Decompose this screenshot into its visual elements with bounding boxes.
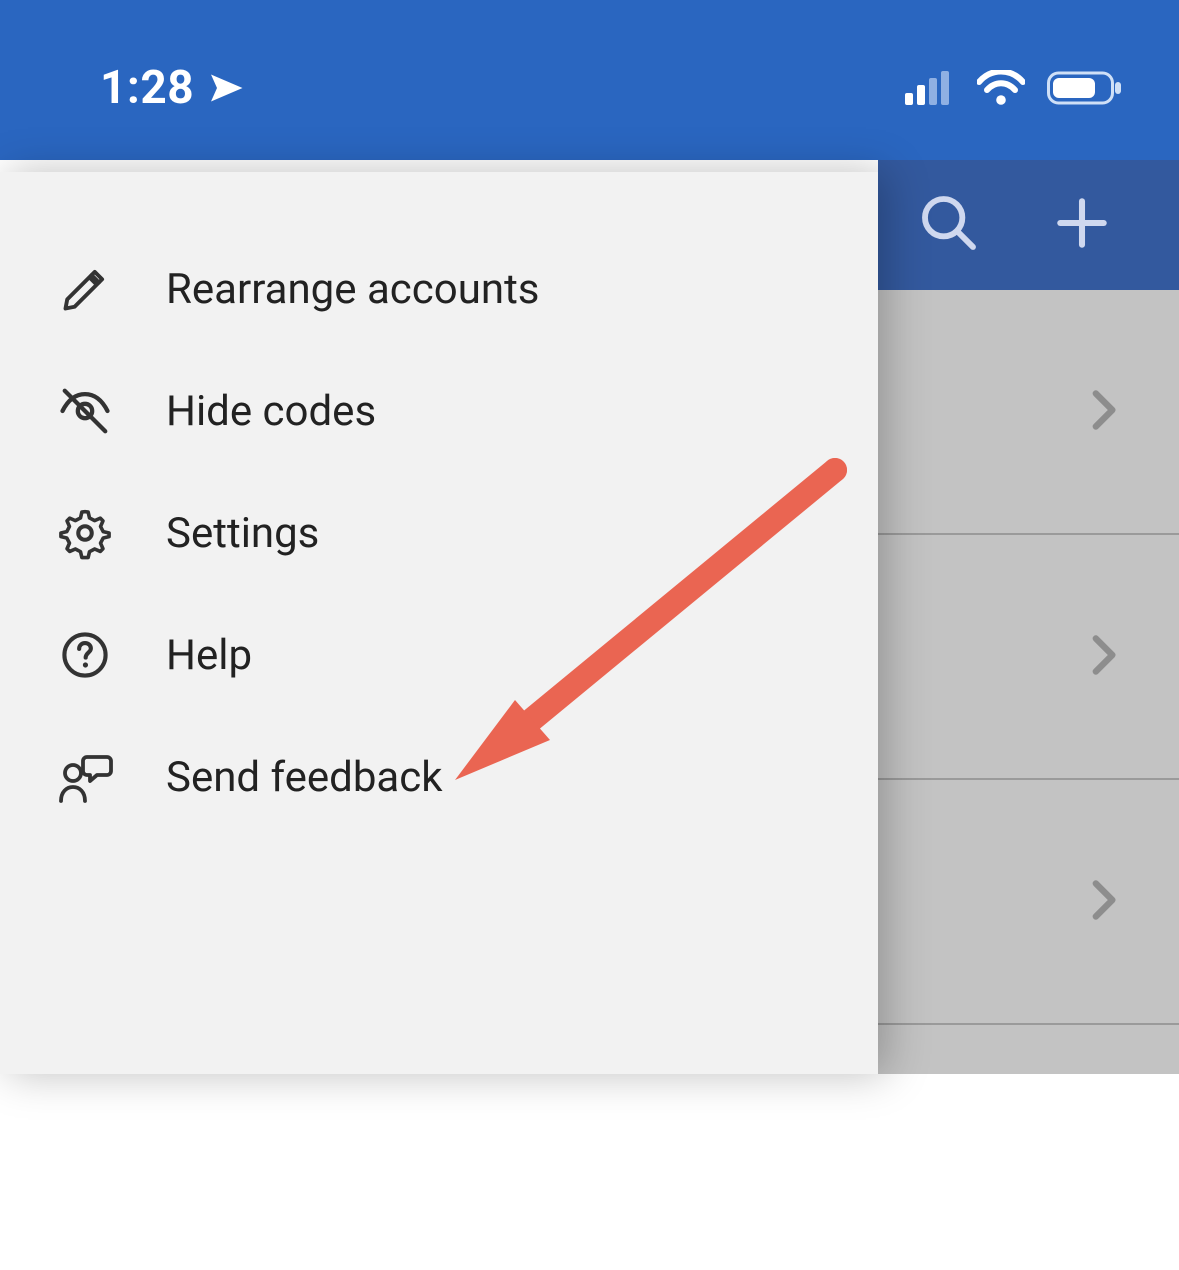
menu-item-send-feedback[interactable]: Send feedback [0,716,878,838]
status-left: 1:28 [100,61,244,115]
menu-item-label: Send feedback [166,753,443,802]
list-item[interactable] [878,1025,1179,1270]
battery-icon [1047,70,1123,106]
status-bar: 1:28 [0,0,1179,160]
eye-off-icon [56,382,114,440]
list-item[interactable] [878,290,1179,535]
chevron-right-icon [1089,878,1121,926]
chevron-right-icon [1089,388,1121,436]
menu-item-settings[interactable]: Settings [0,472,878,594]
menu-item-hide-codes[interactable]: Hide codes [0,350,878,472]
wifi-icon [977,70,1025,106]
menu-item-rearrange-accounts[interactable]: Rearrange accounts [0,228,878,350]
list-item[interactable] [878,535,1179,780]
account-list [878,290,1179,1074]
menu-item-label: Help [166,631,252,680]
side-menu: Rearrange accounts Hide codes Settings [0,172,878,1074]
menu-item-label: Settings [166,509,319,558]
status-right [905,70,1123,106]
add-icon[interactable] [1053,194,1111,256]
main-header [878,160,1179,290]
list-item[interactable] [878,780,1179,1025]
cellular-signal-icon [905,71,955,105]
gear-icon [56,504,114,562]
menu-item-help[interactable]: Help [0,594,878,716]
menu-item-label: Rearrange accounts [166,265,540,314]
status-time: 1:28 [100,61,194,115]
pencil-icon [56,260,114,318]
status-bar-content: 1:28 [0,48,1179,128]
location-icon [208,70,244,106]
menu-item-label: Hide codes [166,387,376,436]
help-circle-icon [56,626,114,684]
search-icon[interactable] [917,191,981,259]
chevron-right-icon [1089,633,1121,681]
feedback-icon [56,748,114,806]
